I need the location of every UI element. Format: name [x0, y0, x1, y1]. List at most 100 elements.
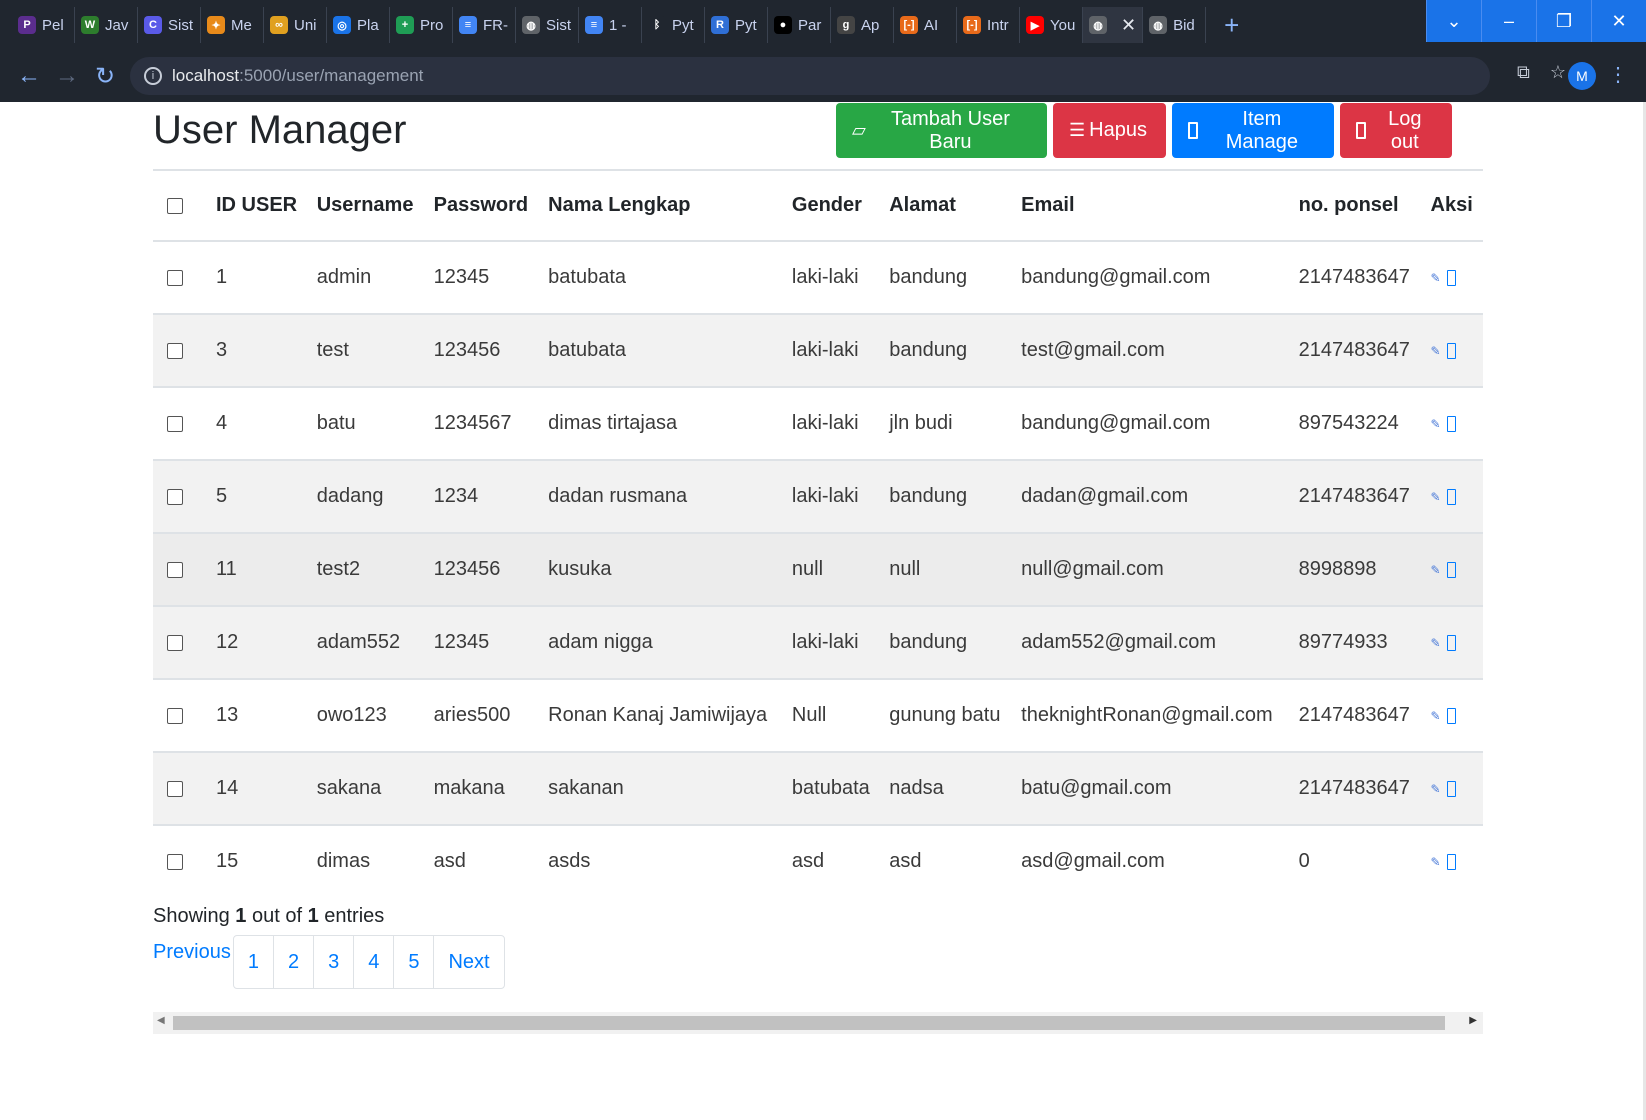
browser-tab[interactable]: ✦ Me [201, 7, 264, 43]
cell-email: test@gmail.com [1013, 313, 1291, 387]
edit-icon[interactable]: ✎ [1431, 855, 1441, 869]
reload-icon[interactable]: ↻ [86, 62, 124, 91]
edit-icon[interactable]: ✎ [1431, 636, 1441, 650]
page-link[interactable]: 4 [354, 936, 395, 988]
cell-password: 123456 [425, 532, 541, 606]
delete-icon[interactable] [1446, 342, 1456, 359]
row-checkbox[interactable] [167, 342, 183, 359]
browser-tab[interactable]: ◍ Bid [1143, 7, 1207, 43]
tab-search-icon[interactable]: ⌄ [1426, 0, 1481, 42]
item-manage-button[interactable]: Item Manage [1172, 103, 1334, 158]
browser-menu-icon[interactable]: ⋮ [1608, 62, 1628, 87]
row-checkbox[interactable] [167, 780, 183, 797]
row-actions: ✎ [1431, 461, 1475, 532]
profile-avatar[interactable]: M [1568, 62, 1596, 90]
browser-tab[interactable]: ▶ You [1020, 7, 1083, 43]
next-link[interactable]: Next [434, 936, 503, 988]
page-link[interactable]: 3 [314, 936, 355, 988]
tab-close-icon[interactable]: ✕ [1121, 15, 1136, 36]
delete-icon[interactable] [1446, 415, 1456, 432]
purple-p-icon: P [18, 16, 36, 34]
browser-tab[interactable]: P Pel [12, 7, 75, 43]
logout-button[interactable]: Log out [1340, 103, 1452, 158]
edit-icon[interactable]: ✎ [1431, 563, 1441, 577]
window-close-icon[interactable]: ✕ [1591, 0, 1646, 42]
scrollbar-thumb[interactable] [173, 1016, 1445, 1030]
url-input[interactable]: i localhost:5000/user/management [130, 57, 1490, 95]
edit-icon[interactable]: ✎ [1431, 344, 1441, 358]
cell-actions: ✎ [1422, 824, 1483, 897]
new-tab-icon[interactable]: + [1224, 10, 1239, 41]
row-checkbox[interactable] [167, 415, 183, 432]
browser-tab[interactable]: + Pro [390, 7, 453, 43]
add-user-button[interactable]: ▱ Tambah User Baru [836, 103, 1047, 158]
back-arrow-icon[interactable]: ← [10, 62, 48, 90]
browser-tab[interactable]: ≡ FR- [453, 7, 516, 43]
delete-icon[interactable] [1446, 634, 1456, 651]
browser-tab[interactable]: ≡ 1 - [579, 7, 642, 43]
browser-tab[interactable]: ◍ ✕ [1083, 7, 1144, 43]
cell-gender: batubata [783, 751, 882, 825]
cell-gender: laki-laki [783, 386, 882, 460]
row-checkbox[interactable] [167, 853, 183, 870]
row-checkbox[interactable] [167, 269, 183, 286]
row-checkbox[interactable] [167, 561, 183, 578]
browser-tab[interactable]: ● Par [768, 7, 831, 43]
scroll-left-icon[interactable]: ◀ [157, 1015, 165, 1026]
edit-icon[interactable]: ✎ [1431, 709, 1441, 723]
table-row: 4 batu 1234567 dimas tirtajasa laki-laki jln … [153, 386, 1483, 460]
browser-tab[interactable]: ᛒ Pyt [642, 7, 705, 43]
site-info-icon[interactable]: i [144, 67, 162, 85]
browser-tab[interactable]: C Sist [138, 7, 201, 43]
table-row: 14 sakana makana sakanan batubata nadsa batu@g… [153, 751, 1483, 825]
browser-tab[interactable]: ◍ Sist [516, 7, 579, 43]
edit-icon[interactable]: ✎ [1431, 490, 1441, 504]
delete-icon[interactable] [1446, 561, 1456, 578]
summary-prefix: Showing [153, 905, 236, 927]
delete-icon[interactable] [1446, 488, 1456, 505]
delete-icon[interactable] [1446, 707, 1456, 724]
browser-tab[interactable]: W Jav [75, 7, 138, 43]
minimize-icon[interactable]: – [1481, 0, 1536, 42]
edit-icon[interactable]: ✎ [1431, 782, 1441, 796]
header-fullname: Nama Lengkap [540, 169, 784, 241]
delete-button[interactable]: ☰ Hapus [1053, 103, 1166, 158]
scroll-right-icon[interactable]: ▶ [1469, 1015, 1477, 1026]
row-checkbox[interactable] [167, 488, 183, 505]
translate-icon[interactable]: ⧉ [1517, 62, 1530, 83]
cell-actions: ✎ [1422, 386, 1483, 460]
browser-tab[interactable]: R Pyt [705, 7, 768, 43]
page-link[interactable]: 2 [274, 936, 315, 988]
browser-tab[interactable]: ◎ Pla [327, 7, 390, 43]
target-icon: ◎ [333, 16, 351, 34]
row-checkbox[interactable] [167, 634, 183, 651]
restore-icon[interactable]: ❐ [1536, 0, 1591, 42]
browser-tab[interactable]: ∞ Uni [264, 7, 327, 43]
previous-link[interactable]: Previous [153, 941, 231, 964]
row-checkbox[interactable] [167, 707, 183, 724]
select-all-checkbox[interactable] [167, 197, 183, 214]
cell-password: 1234 [425, 459, 541, 533]
delete-icon[interactable] [1446, 853, 1456, 870]
header-password: Password [425, 169, 541, 241]
tab-title: Ap [861, 16, 880, 34]
cell-id: 1 [208, 240, 309, 314]
browser-tab[interactable]: [-] Intr [957, 7, 1020, 43]
cell-email: null@gmail.com [1013, 532, 1291, 606]
cell-address: bandung [881, 605, 1014, 679]
forward-arrow-icon[interactable]: → [48, 62, 86, 90]
horizontal-scrollbar[interactable]: ◀ ▶ [153, 1012, 1483, 1034]
notebook-icon: ▱ [852, 120, 866, 140]
browser-tab[interactable]: [-] AI [894, 7, 957, 43]
tab-title: Me [231, 16, 252, 34]
bookmark-star-icon[interactable]: ☆ [1550, 62, 1566, 83]
browser-tab[interactable]: g Ap [831, 7, 894, 43]
delete-icon[interactable] [1446, 780, 1456, 797]
page-link[interactable]: 5 [394, 936, 435, 988]
edit-icon[interactable]: ✎ [1431, 271, 1441, 285]
cell-actions: ✎ [1422, 313, 1483, 387]
cell-username: dimas [308, 824, 426, 897]
delete-icon[interactable] [1446, 269, 1456, 286]
edit-icon[interactable]: ✎ [1431, 417, 1441, 431]
page-link[interactable]: 1 [234, 936, 274, 988]
